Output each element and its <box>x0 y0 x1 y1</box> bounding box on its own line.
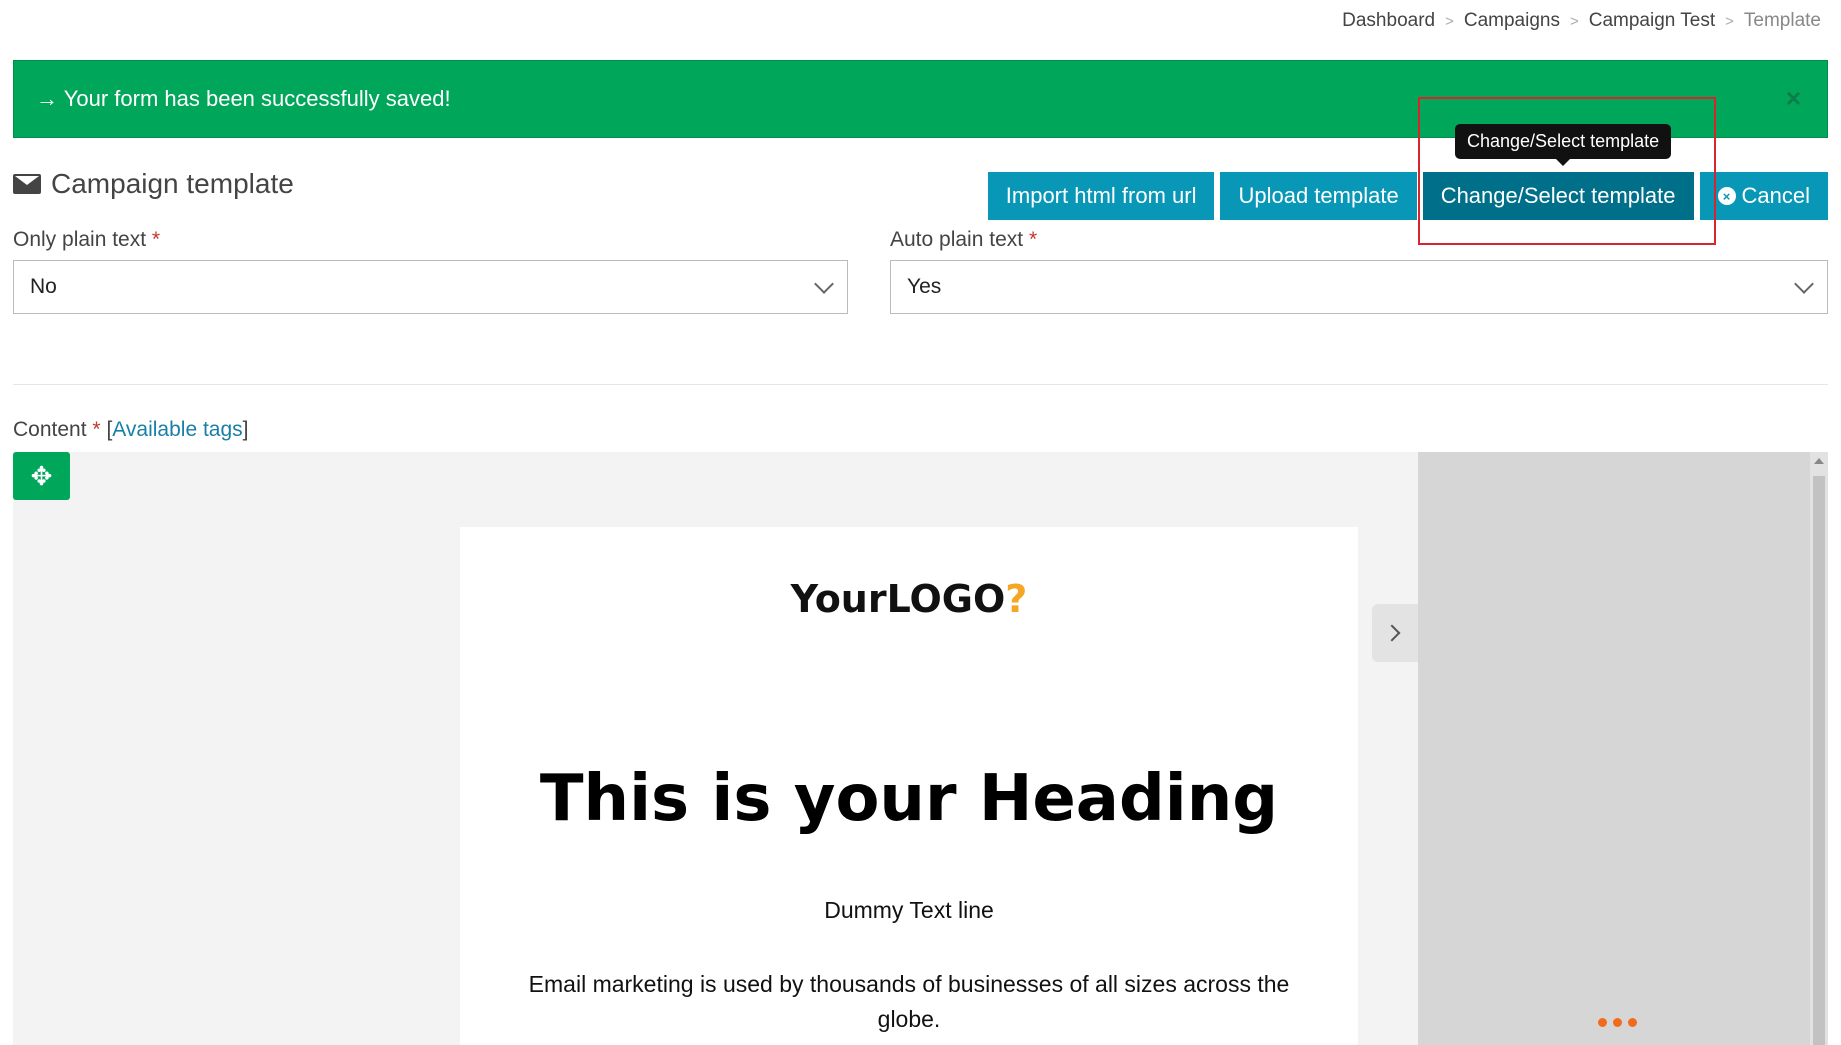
breadcrumb-separator: > <box>1445 12 1454 30</box>
available-tags-link[interactable]: Available tags <box>112 418 242 441</box>
highlight-box <box>1418 97 1716 245</box>
content-label: Content * [Available tags] <box>13 418 249 441</box>
page-title: Campaign template <box>51 168 294 199</box>
envelope-icon <box>13 174 41 194</box>
chevron-down-icon <box>814 274 834 294</box>
divider <box>13 384 1828 385</box>
cancel-label: Cancel <box>1741 183 1810 208</box>
email-heading[interactable]: This is your Heading <box>460 762 1358 836</box>
email-paragraph[interactable]: Email marketing is used by thousands of … <box>500 967 1318 1036</box>
chevron-right-icon[interactable] <box>1372 604 1418 662</box>
breadcrumb-separator: > <box>1569 12 1579 30</box>
chevron-down-icon <box>1794 274 1814 294</box>
import-html-button[interactable]: Import html from url <box>987 172 1215 220</box>
only-plain-text-value: No <box>30 275 57 298</box>
scrollbar[interactable] <box>1810 452 1828 1045</box>
email-canvas[interactable]: YourLOGO? This is your Heading Dummy Tex… <box>460 527 1358 1045</box>
required-marker: * <box>151 228 161 251</box>
move-arrows-icon[interactable]: ✥ <box>13 452 70 500</box>
scroll-thumb[interactable] <box>1813 476 1825 1045</box>
breadcrumb: Dashboard > Campaigns > Campaign Test > … <box>1342 10 1821 32</box>
upload-template-button[interactable]: Upload template <box>1220 172 1417 220</box>
template-editor[interactable]: ✥ YourLOGO? This is your Heading Dummy T… <box>13 452 1828 1045</box>
times-circle-icon: × <box>1717 187 1736 205</box>
page-title-row: Campaign template <box>13 168 294 200</box>
close-icon[interactable]: × <box>1786 83 1801 114</box>
scroll-up-icon[interactable] <box>1814 458 1824 464</box>
required-marker: * <box>1028 228 1038 251</box>
breadcrumb-campaign-test[interactable]: Campaign Test <box>1589 10 1715 32</box>
auto-plain-text-select[interactable]: Yes <box>890 260 1828 314</box>
breadcrumb-separator: > <box>1725 12 1734 30</box>
only-plain-text-label: Only plain text * <box>13 228 161 251</box>
auto-plain-text-value: Yes <box>907 275 942 298</box>
auto-plain-text-label: Auto plain text * <box>890 228 1038 251</box>
email-dummy-line[interactable]: Dummy Text line <box>460 897 1358 924</box>
cancel-button[interactable]: × Cancel <box>1699 172 1828 220</box>
loading-dots-icon <box>1598 1018 1637 1027</box>
alert-message: → Your form has been successfully saved! <box>36 86 451 111</box>
breadcrumb-dashboard[interactable]: Dashboard <box>1342 10 1435 32</box>
only-plain-text-select[interactable]: No <box>13 260 848 314</box>
side-panel <box>1418 452 1810 1045</box>
required-marker: * <box>92 418 101 441</box>
breadcrumb-campaigns[interactable]: Campaigns <box>1464 10 1560 32</box>
logo[interactable]: YourLOGO? <box>460 577 1358 621</box>
breadcrumb-current: Template <box>1743 10 1821 31</box>
